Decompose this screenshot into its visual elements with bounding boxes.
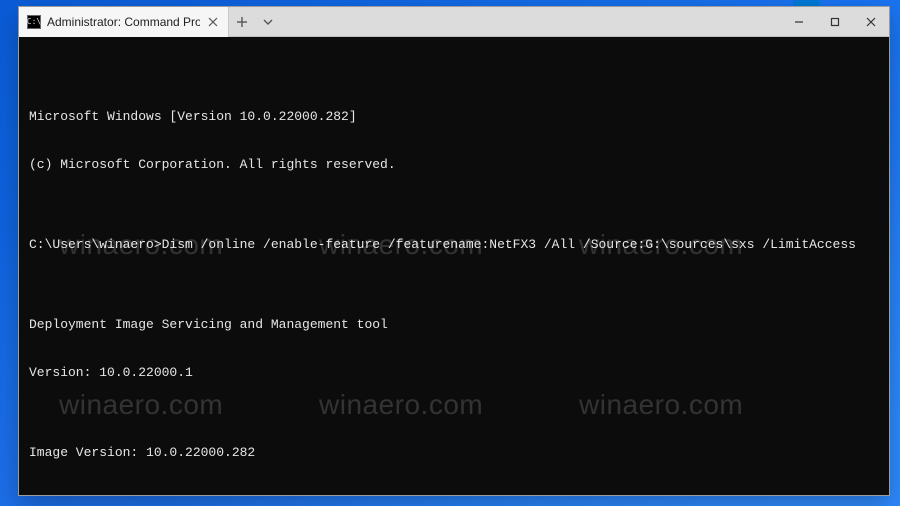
term-line: Image Version: 10.0.22000.282 — [29, 445, 879, 461]
terminal-window: C:\ Administrator: Command Promp — [18, 6, 890, 496]
tab-close-button[interactable] — [206, 15, 220, 29]
term-line: (c) Microsoft Corporation. All rights re… — [29, 157, 879, 173]
new-tab-button[interactable] — [229, 7, 255, 37]
term-line: Deployment Image Servicing and Managemen… — [29, 317, 879, 333]
tab-command-prompt[interactable]: C:\ Administrator: Command Promp — [19, 7, 229, 37]
terminal-output: Microsoft Windows [Version 10.0.22000.28… — [29, 77, 879, 495]
close-window-button[interactable] — [853, 7, 889, 36]
titlebar[interactable]: C:\ Administrator: Command Promp — [19, 7, 889, 37]
term-line: C:\Users\winaero>Dism /online /enable-fe… — [29, 237, 879, 253]
maximize-button[interactable] — [817, 7, 853, 36]
chevron-down-icon — [262, 16, 274, 28]
plus-icon — [236, 16, 248, 28]
window-controls — [781, 7, 889, 36]
tab-dropdown-button[interactable] — [255, 7, 281, 37]
term-line: Microsoft Windows [Version 10.0.22000.28… — [29, 109, 879, 125]
cmd-icon: C:\ — [27, 15, 41, 29]
term-line: Version: 10.0.22000.1 — [29, 365, 879, 381]
minimize-button[interactable] — [781, 7, 817, 36]
cmd-icon-glyph: C:\ — [27, 18, 41, 26]
tabstrip-controls — [229, 7, 281, 36]
terminal-viewport[interactable]: Microsoft Windows [Version 10.0.22000.28… — [19, 37, 889, 495]
titlebar-drag-region[interactable] — [281, 7, 781, 36]
maximize-icon — [829, 16, 841, 28]
close-icon — [865, 16, 877, 28]
tab-title: Administrator: Command Promp — [47, 15, 200, 29]
close-icon — [208, 17, 218, 27]
minimize-icon — [793, 16, 805, 28]
desktop-background: C:\ Administrator: Command Promp — [0, 0, 900, 506]
